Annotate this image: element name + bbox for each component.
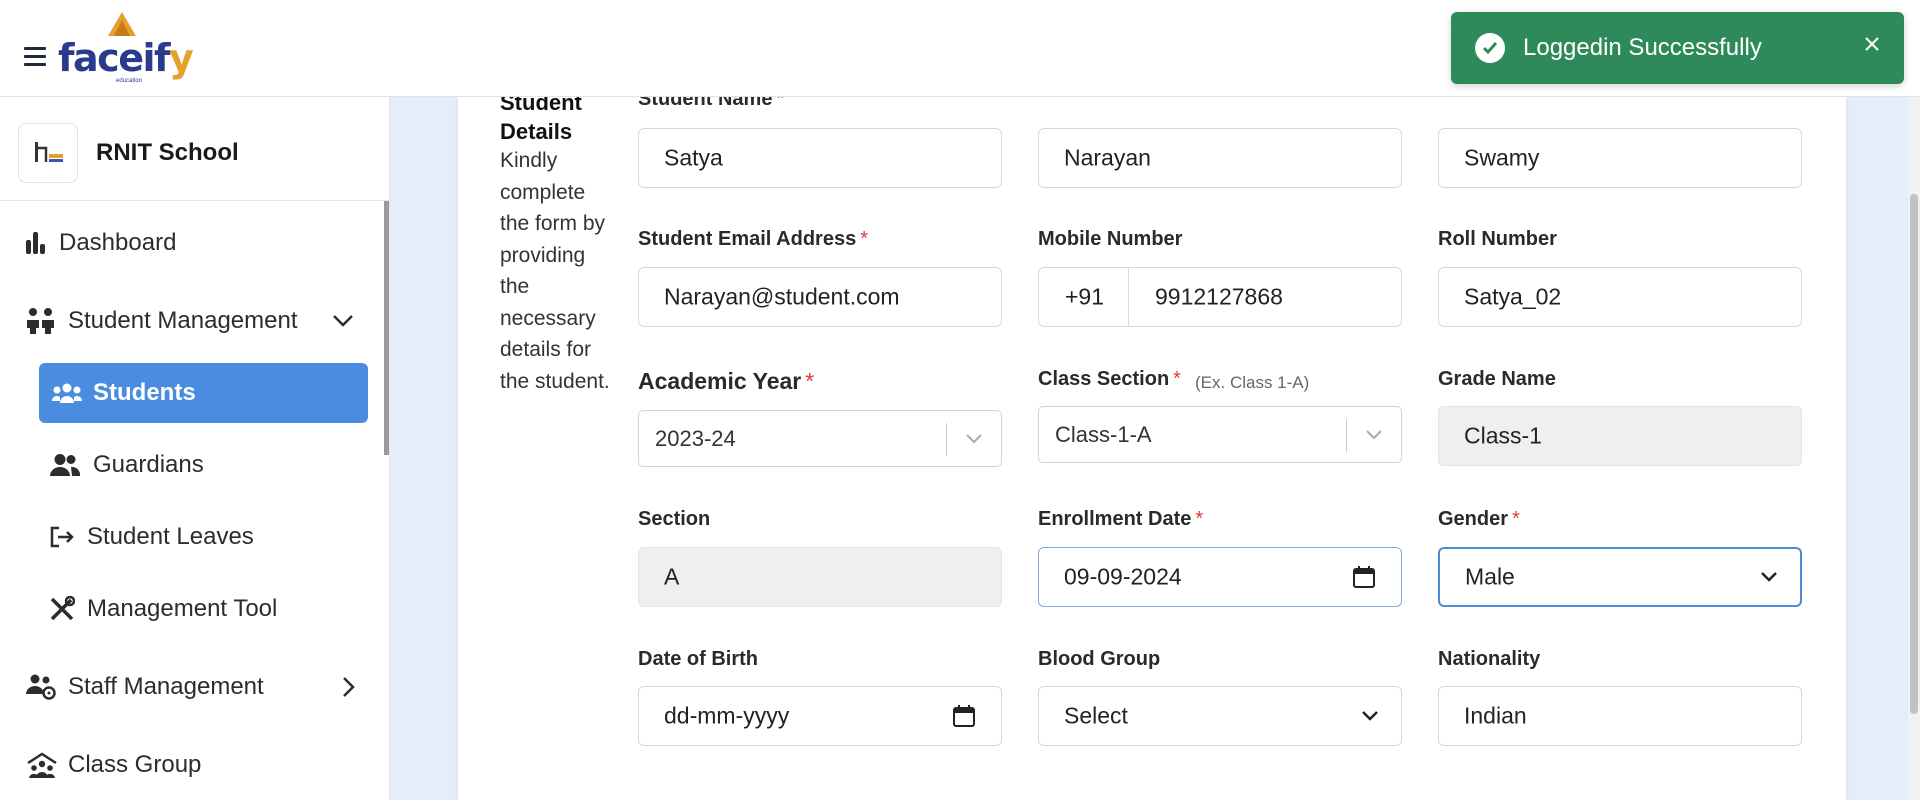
students-icon <box>27 308 54 334</box>
academic-year-select[interactable]: 2023-24 <box>638 410 1002 467</box>
gender-select[interactable]: Male <box>1438 547 1802 607</box>
sign-out-icon <box>50 526 74 548</box>
class-section-select[interactable]: Class-1-A <box>1038 406 1402 463</box>
section-label: Section <box>638 508 711 530</box>
sidebar-item-label: Dashboard <box>59 229 177 256</box>
chevron-down-icon <box>333 315 353 327</box>
enrollment-date-input[interactable]: 09-09-2024 <box>1038 547 1402 607</box>
school-logo <box>18 123 78 183</box>
email-label: Student Email Address * <box>638 228 868 250</box>
dob-input[interactable]: dd-mm-yyyy <box>638 686 1002 746</box>
faceify-logo[interactable]: faceify education <box>58 12 194 84</box>
sidebar-item-label: Student Leaves <box>87 523 254 550</box>
last-name-input[interactable]: Swamy <box>1438 128 1802 188</box>
email-input[interactable]: Narayan@student.com <box>638 267 1002 327</box>
sidebar-item-label: Class Group <box>68 751 202 778</box>
sidebar-item-guardians[interactable]: Guardians <box>39 435 384 495</box>
bar-chart-icon <box>26 232 45 254</box>
roll-number-label: Roll Number <box>1438 228 1557 250</box>
mobile-label: Mobile Number <box>1038 228 1183 250</box>
hamburger-menu-icon[interactable] <box>24 47 48 67</box>
sidebar-item-label: Students <box>93 379 196 406</box>
sidebar: RNIT School Dashboard Student Management… <box>0 97 390 800</box>
sidebar-scrollbar[interactable] <box>384 201 389 455</box>
check-circle-icon <box>1475 33 1505 63</box>
nationality-input[interactable]: Indian <box>1438 686 1802 746</box>
calendar-icon[interactable] <box>953 705 975 727</box>
sidebar-item-management-tool[interactable]: Management Tool <box>39 579 384 639</box>
sidebar-item-student-leaves[interactable]: Student Leaves <box>39 507 384 567</box>
dob-label: Date of Birth <box>638 648 758 670</box>
chevron-down-icon <box>1362 711 1378 721</box>
country-code[interactable]: +91 <box>1039 268 1129 326</box>
success-toast: Loggedin Successfully <box>1451 12 1904 84</box>
sidebar-item-class-group[interactable]: Class Group <box>0 735 384 795</box>
blood-group-select[interactable]: Select <box>1038 686 1402 746</box>
calendar-icon[interactable] <box>1353 566 1375 588</box>
academic-year-label: Academic Year * <box>638 368 815 394</box>
mobile-input[interactable]: +91 9912127868 <box>1038 267 1402 327</box>
chevron-right-icon <box>343 677 355 697</box>
grade-name-label: Grade Name <box>1438 368 1556 390</box>
sidebar-item-label: Student Management <box>68 307 298 334</box>
sidebar-item-label: Guardians <box>93 451 204 478</box>
section-title-line: Details <box>500 119 573 144</box>
middle-name-input[interactable]: Narayan <box>1038 128 1402 188</box>
gender-label: Gender * <box>1438 508 1520 530</box>
section-input: A <box>638 547 1002 607</box>
users-icon <box>52 383 82 403</box>
nationality-label: Nationality <box>1438 648 1541 670</box>
logo-subtext: education <box>116 78 143 84</box>
chevron-down-icon <box>1366 429 1382 439</box>
sidebar-item-label: Staff Management <box>68 673 264 700</box>
enrollment-date-label: Enrollment Date * <box>1038 508 1204 530</box>
logo-text: faceify <box>58 36 194 80</box>
class-section-hint: (Ex. Class 1-A) <box>1195 373 1310 392</box>
chevron-down-icon <box>1761 572 1777 582</box>
first-name-input[interactable]: Satya <box>638 128 1002 188</box>
sidebar-item-dashboard[interactable]: Dashboard <box>0 213 384 273</box>
chevron-down-icon <box>966 433 982 443</box>
school-header[interactable]: RNIT School <box>0 97 389 201</box>
close-icon[interactable] <box>1862 34 1882 54</box>
roll-number-input[interactable]: Satya_02 <box>1438 267 1802 327</box>
sidebar-item-label: Management Tool <box>87 595 278 622</box>
tools-icon <box>50 596 75 621</box>
class-group-icon <box>27 752 57 778</box>
sidebar-item-staff-management[interactable]: Staff Management <box>0 657 384 717</box>
toast-message: Loggedin Successfully <box>1523 34 1762 61</box>
page-scrollbar[interactable] <box>1908 97 1920 800</box>
school-name: RNIT School <box>96 139 239 166</box>
class-section-label: Class Section * <box>1038 368 1181 390</box>
staff-icon <box>26 674 56 700</box>
sidebar-item-student-management[interactable]: Student Management <box>0 291 384 351</box>
guardians-icon <box>50 454 80 476</box>
section-description: Kindly complete the form by providing th… <box>500 149 610 393</box>
blood-group-label: Blood Group <box>1038 648 1161 670</box>
grade-name-input: Class-1 <box>1438 406 1802 466</box>
logo-emblem-icon <box>108 12 136 36</box>
sidebar-item-students[interactable]: Students <box>39 363 368 423</box>
